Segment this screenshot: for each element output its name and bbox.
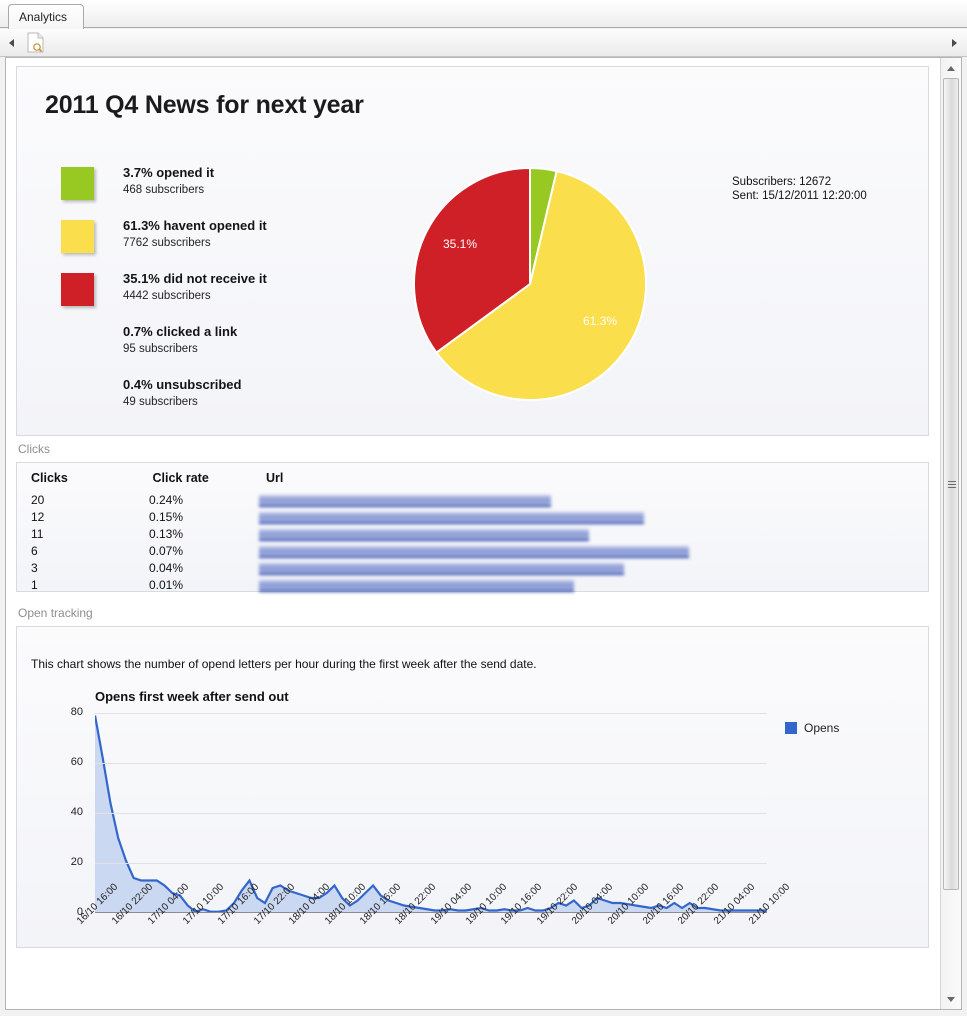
summary-panel: 2011 Q4 News for next year 3.7% opened i… — [16, 66, 929, 436]
pie-label-not-opened: 61.3% — [583, 314, 618, 328]
cell-url — [259, 578, 899, 594]
table-row: 11 0.13% — [31, 527, 911, 544]
scrollbar-thumb[interactable] — [943, 78, 959, 890]
legend-swatch-opened — [61, 167, 94, 200]
legend-subtext: 4442 subscribers — [123, 290, 211, 302]
cell-url — [259, 544, 899, 560]
legend-subtext: 7762 subscribers — [123, 237, 211, 249]
clicks-panel: Clicks Click rate Url 20 0.24% 12 0.15% 11 0.… — [16, 462, 929, 592]
table-header-row: Clicks Click rate Url — [31, 471, 911, 493]
legend-label-opens: Opens — [804, 721, 840, 735]
open-tracking-panel: This chart shows the number of opend let… — [16, 626, 929, 948]
clicks-section-caption: Clicks — [18, 442, 50, 456]
column-header-url: Url — [265, 471, 284, 485]
pie-label-not-received: 35.1% — [443, 237, 478, 251]
list-item: 0.7% clicked a link 95 subscribers — [47, 324, 377, 377]
column-header-click-rate: Click rate — [152, 471, 209, 485]
gridline — [95, 763, 767, 764]
sent-label: Sent: — [732, 190, 759, 202]
chevron-down-icon — [947, 997, 955, 1002]
y-axis-tick: 80 — [70, 706, 83, 718]
scrollbar-down-arrow[interactable] — [941, 991, 961, 1009]
document-preview-icon[interactable] — [27, 32, 44, 53]
subscribers-label: Subscribers: — [732, 176, 796, 188]
report-scroll-area: 2011 Q4 News for next year 3.7% opened i… — [6, 58, 940, 1009]
cell-click-rate: 0.15% — [149, 510, 184, 524]
toolbar — [0, 29, 967, 57]
table-row: 3 0.04% — [31, 561, 911, 578]
stats-legend: 3.7% opened it 468 subscribers 61.3% hav… — [47, 165, 377, 430]
cell-url — [259, 561, 899, 577]
cell-click-rate: 0.07% — [149, 544, 184, 558]
list-item: 3.7% opened it 468 subscribers — [47, 165, 377, 218]
list-item: 0.4% unsubscribed 49 subscribers — [47, 377, 377, 430]
open-tracking-description: This chart shows the number of opend let… — [31, 657, 537, 671]
legend-title: 0.4% unsubscribed — [123, 377, 242, 392]
vertical-scrollbar[interactable] — [940, 58, 961, 1009]
cell-click-rate: 0.04% — [149, 561, 184, 575]
legend-title: 0.7% clicked a link — [123, 324, 238, 339]
redacted-url-link[interactable] — [259, 580, 574, 591]
scrollbar-grip-icon — [948, 481, 956, 489]
table-row: 1 0.01% — [31, 578, 911, 595]
content-frame: 2011 Q4 News for next year 3.7% opened i… — [5, 57, 962, 1010]
y-axis-tick: 60 — [70, 756, 83, 768]
open-tracking-section-caption: Open tracking — [18, 606, 93, 620]
redacted-url-link[interactable] — [259, 563, 624, 574]
table-row: 6 0.07% — [31, 544, 911, 561]
page-title: 2011 Q4 News for next year — [45, 91, 364, 119]
cell-clicks: 1 — [31, 578, 38, 592]
cell-click-rate: 0.01% — [149, 578, 184, 592]
cell-clicks: 11 — [31, 527, 44, 541]
legend-swatch-not-opened — [61, 220, 94, 253]
table-row: 20 0.24% — [31, 493, 911, 510]
send-meta: Subscribers: 12672 Sent: 15/12/2011 12:2… — [732, 175, 867, 203]
redacted-url-link[interactable] — [259, 546, 689, 557]
cell-clicks: 12 — [31, 510, 45, 524]
legend-subtext: 468 subscribers — [123, 184, 205, 196]
gridline — [95, 713, 767, 714]
clicks-table: Clicks Click rate Url 20 0.24% 12 0.15% 11 0.… — [31, 471, 911, 595]
cell-url — [259, 527, 899, 543]
legend-subtext: 49 subscribers — [123, 396, 198, 408]
tab-analytics-label: Analytics — [19, 10, 68, 24]
scroll-right-icon[interactable] — [952, 39, 957, 47]
table-row: 12 0.15% — [31, 510, 911, 527]
tab-analytics[interactable]: Analytics — [8, 4, 84, 29]
gridline — [95, 863, 767, 864]
x-axis-labels: 16/10 16:00 16/10 22:00 17/10 04:00 17/10 1… — [75, 882, 795, 977]
list-item: 61.3% havent opened it 7762 subscribers — [47, 218, 377, 271]
redacted-url-link[interactable] — [259, 495, 551, 506]
application-window: Analytics 2011 Q4 News for next year 3.7… — [0, 0, 967, 1016]
pie-chart-svg — [413, 166, 647, 401]
list-item: 35.1% did not receive it 4442 subscriber… — [47, 271, 377, 324]
cell-clicks: 20 — [31, 493, 45, 507]
cell-clicks: 6 — [31, 544, 38, 558]
subscribers-value: 12672 — [799, 176, 832, 188]
legend-subtext: 95 subscribers — [123, 343, 198, 355]
pie-chart: 35.1% 61.3% — [405, 159, 655, 409]
y-axis-tick: 40 — [70, 806, 83, 818]
cell-click-rate: 0.13% — [149, 527, 184, 541]
gridline — [95, 813, 767, 814]
cell-url — [259, 493, 899, 509]
tab-strip: Analytics — [0, 0, 967, 29]
cell-clicks: 3 — [31, 561, 38, 575]
legend-title: 61.3% havent opened it — [123, 218, 267, 233]
legend-title: 35.1% did not receive it — [123, 271, 267, 286]
opens-chart-title: Opens first week after send out — [95, 689, 289, 704]
chevron-up-icon — [947, 66, 955, 71]
legend-swatch-not-received — [61, 273, 94, 306]
cell-click-rate: 0.24% — [149, 493, 184, 507]
cell-url — [259, 510, 899, 526]
scroll-left-icon[interactable] — [9, 39, 14, 47]
redacted-url-link[interactable] — [259, 529, 589, 540]
legend-title: 3.7% opened it — [123, 165, 215, 180]
sent-value: 15/12/2011 12:20:00 — [762, 190, 867, 202]
scrollbar-up-arrow[interactable] — [941, 58, 961, 76]
redacted-url-link[interactable] — [259, 512, 644, 523]
y-axis-tick: 20 — [70, 856, 83, 868]
legend-swatch-opens — [785, 722, 797, 734]
column-header-clicks: Clicks — [31, 471, 68, 485]
